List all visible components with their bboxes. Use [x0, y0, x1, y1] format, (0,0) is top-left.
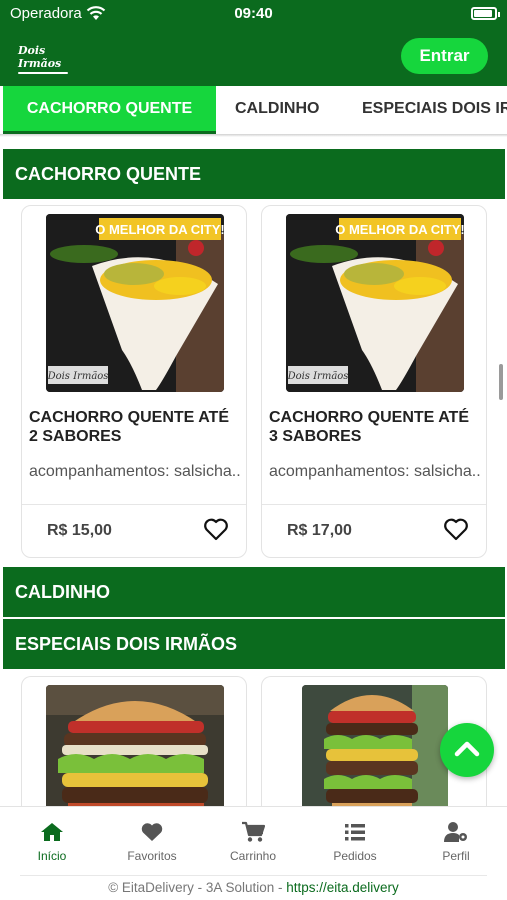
image-banner-text: O MELHOR DA CITY!	[335, 222, 464, 237]
svg-text:Dois Irmãos: Dois Irmãos	[287, 371, 349, 382]
user-settings-icon	[444, 822, 467, 842]
product-image	[46, 685, 224, 806]
nav-item-favoritos[interactable]: Favoritos	[112, 821, 192, 863]
cart-icon	[242, 821, 265, 842]
svg-text:Dois Irmãos: Dois Irmãos	[47, 371, 109, 382]
product-card[interactable]: O MELHOR DA CITY! Dois Irmãos CACHORRO Q…	[21, 205, 247, 558]
nav-label: Início	[37, 849, 67, 863]
section-header-cachorro-quente: CACHORRO QUENTE	[3, 149, 505, 199]
nav-item-perfil[interactable]: Perfil	[416, 821, 496, 863]
nav-item-inicio[interactable]: Início	[12, 821, 92, 863]
product-card[interactable]	[21, 676, 247, 806]
footer-text: © EitaDelivery - 3A Solution -	[108, 880, 287, 895]
tabs-divider	[0, 134, 507, 137]
app-header: Dois Irmãos Entrar	[0, 28, 507, 86]
nav-item-pedidos[interactable]: Pedidos	[315, 821, 395, 863]
status-bar: Operadora 09:40	[0, 0, 507, 28]
clock: 09:40	[234, 5, 273, 22]
list-icon	[345, 824, 365, 841]
nav-label: Pedidos	[333, 849, 377, 863]
footer-link[interactable]: https://eita.delivery	[286, 880, 399, 895]
tab-especiais-dois-irmaos[interactable]: ESPECIAIS DOIS IRMÃOS	[362, 86, 507, 134]
product-title: CACHORRO QUENTE ATÉ 2 SABORES	[29, 409, 229, 445]
hotdog-cup-photo: O MELHOR DA CITY! Dois Irmãos	[46, 214, 224, 392]
hotdog-cup-photo: O MELHOR DA CITY! Dois Irmãos	[286, 214, 464, 392]
nav-item-carrinho[interactable]: Carrinho	[213, 821, 293, 863]
image-banner-text: O MELHOR DA CITY!	[95, 222, 224, 237]
product-image: O MELHOR DA CITY! Dois Irmãos	[286, 214, 464, 392]
product-image: O MELHOR DA CITY! Dois Irmãos	[46, 214, 224, 392]
heart-icon	[141, 823, 163, 841]
product-title: CACHORRO QUENTE ATÉ 3 SABORES	[269, 409, 469, 445]
login-button[interactable]: Entrar	[401, 38, 488, 74]
card-divider	[262, 504, 486, 505]
menu-content[interactable]: CACHORRO QUENTE O MELHOR DA CITY! Dois I…	[0, 138, 507, 806]
logo-text: Dois Irmãos	[18, 44, 62, 70]
favorite-heart-icon[interactable]	[443, 517, 469, 541]
product-price: R$ 15,00	[47, 522, 112, 539]
nav-label: Favoritos	[127, 849, 177, 863]
product-price: R$ 17,00	[287, 522, 352, 539]
battery-icon	[471, 7, 500, 20]
footer-divider	[20, 875, 487, 876]
nav-label: Carrinho	[229, 849, 277, 863]
section-header-caldinho: CALDINHO	[3, 567, 505, 617]
bottom-navigation: Início Favoritos Carrinho Pedidos Perfil…	[0, 806, 507, 900]
product-image	[302, 685, 448, 806]
scroll-to-top-button[interactable]	[440, 723, 494, 777]
brand-logo[interactable]: Dois Irmãos	[18, 44, 76, 74]
chevron-up-icon	[454, 741, 480, 757]
product-description: acompanhamentos: salsicha...	[269, 463, 481, 480]
footer: © EitaDelivery - 3A Solution - https://e…	[0, 880, 507, 895]
scrollbar[interactable]	[499, 364, 503, 400]
product-description: acompanhamentos: salsicha...	[29, 463, 241, 480]
burger-photo	[302, 685, 448, 806]
home-icon	[41, 823, 63, 841]
section-header-especiais-dois-irmaos: ESPECIAIS DOIS IRMÃOS	[3, 619, 505, 669]
nav-label: Perfil	[442, 849, 470, 863]
tab-caldinho[interactable]: CALDINHO	[235, 86, 319, 134]
product-card[interactable]: O MELHOR DA CITY! Dois Irmãos CACHORRO Q…	[261, 205, 487, 558]
logo-underline	[18, 72, 68, 74]
tab-cachorro-quente[interactable]: CACHORRO QUENTE	[3, 86, 216, 134]
card-divider	[22, 504, 246, 505]
burger-photo	[46, 685, 224, 806]
favorite-heart-icon[interactable]	[203, 517, 229, 541]
category-tabs: CACHORRO QUENTE CALDINHO ESPECIAIS DOIS …	[0, 86, 507, 134]
